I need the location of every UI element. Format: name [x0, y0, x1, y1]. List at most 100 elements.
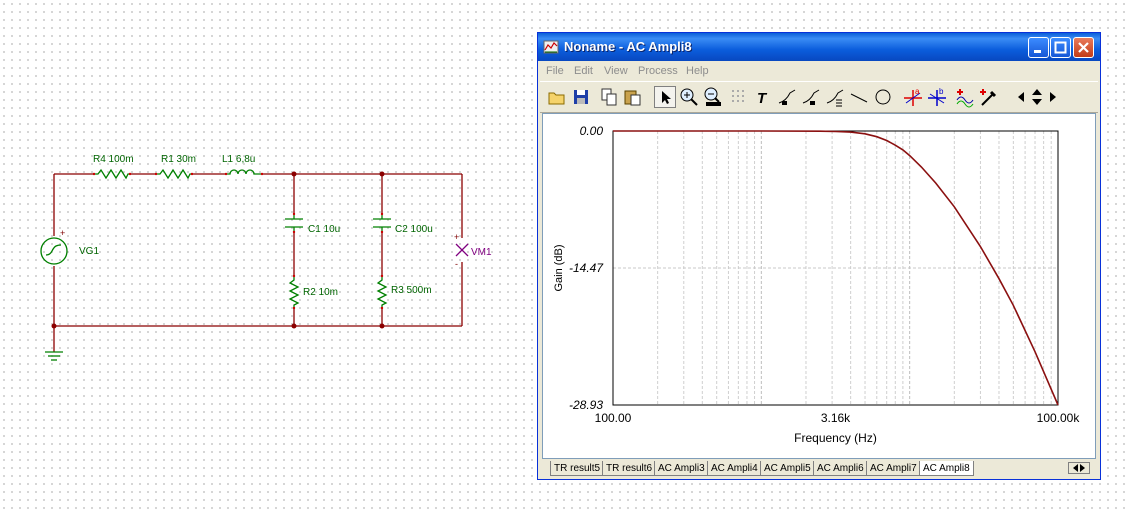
x-tick-label: 100.00 — [595, 411, 632, 425]
plot-area[interactable]: 100.00 3.16k 100.00k 0.00 -14.47 -28.93 Frequ… — [542, 113, 1096, 459]
voltage-source-vg1[interactable] — [40, 237, 68, 265]
zoom-in-button[interactable] — [678, 86, 700, 108]
capacitor-c2[interactable] — [373, 214, 391, 232]
pan-right-button[interactable] — [1042, 86, 1064, 108]
open-folder-icon — [548, 92, 565, 105]
maximize-icon — [1054, 41, 1067, 54]
label-vm1: VM1 — [471, 247, 492, 258]
y-tick-label: -14.47 — [569, 261, 604, 275]
menu-view[interactable]: View — [604, 65, 628, 77]
label-c1: C1 10u — [308, 224, 340, 235]
scroll-arrows-icon — [1073, 464, 1085, 472]
menu-edit[interactable]: Edit — [574, 65, 593, 77]
copy-button[interactable] — [598, 86, 620, 108]
pointer-button[interactable] — [654, 86, 676, 108]
ground-symbol[interactable] — [45, 351, 63, 361]
save-button[interactable] — [570, 86, 592, 108]
tab-ac-ampli7[interactable]: AC Ampli7 — [866, 461, 921, 476]
label2-icon — [802, 89, 820, 105]
y-tick-label: 0.00 — [580, 124, 604, 138]
tab-ac-ampli4[interactable]: AC Ampli4 — [707, 461, 762, 476]
cursor-b-icon: b — [928, 87, 946, 106]
svg-text:a: a — [915, 87, 920, 96]
inductor-l1[interactable] — [226, 169, 262, 175]
cursor-a-icon: a — [904, 87, 922, 106]
zoom-out-icon — [704, 87, 721, 106]
copy-icon — [601, 88, 617, 106]
schematic[interactable]: + + - R4 100m R1 30m L1 6,8u C1 10u C2 1… — [0, 0, 520, 400]
zoom-out-button[interactable] — [702, 86, 724, 108]
label2-button[interactable] — [800, 86, 822, 108]
text-icon: T — [757, 90, 768, 107]
x-tick-label: 100.00k — [1037, 411, 1081, 425]
resistor-r3[interactable] — [376, 276, 388, 308]
label-icon — [778, 89, 796, 105]
add-trace-icon — [956, 89, 974, 108]
svg-text:+: + — [454, 232, 459, 242]
legend-button[interactable] — [824, 86, 846, 108]
y-tick-label: -28.93 — [569, 398, 603, 412]
label-r2: R2 10m — [303, 287, 338, 298]
tab-ac-ampli5[interactable]: AC Ampli5 — [760, 461, 815, 476]
resistor-r2[interactable] — [288, 276, 300, 308]
paste-button[interactable] — [622, 86, 644, 108]
tab-ac-ampli8[interactable]: AC Ampli8 — [919, 461, 974, 476]
menu-file[interactable]: File — [546, 65, 564, 77]
grid-button[interactable] — [728, 86, 750, 108]
resistor-r4[interactable] — [94, 168, 130, 180]
tab-ac-ampli6[interactable]: AC Ampli6 — [813, 461, 868, 476]
menu-process[interactable]: Process — [638, 65, 678, 77]
component-pins — [92, 172, 384, 310]
pointer-icon — [662, 91, 671, 104]
text-button[interactable]: T — [752, 86, 774, 108]
pick-trace-icon — [980, 89, 997, 106]
paste-icon — [624, 90, 641, 106]
tab-scroll-buttons[interactable] — [1068, 462, 1090, 474]
label-button[interactable] — [776, 86, 798, 108]
x-axis-label: Frequency (Hz) — [794, 431, 877, 445]
minimize-icon — [1034, 50, 1041, 53]
tab-ac-ampli3[interactable]: AC Ampli3 — [654, 461, 709, 476]
cursor-a-button[interactable]: a — [902, 86, 924, 108]
menu-help[interactable]: Help — [686, 65, 709, 77]
x-tick-label: 3.16k — [821, 411, 851, 425]
save-icon — [574, 90, 588, 104]
app-icon — [543, 40, 559, 54]
menu-bar: File Edit View Process Help — [538, 61, 1100, 81]
svg-text:+: + — [60, 228, 65, 238]
cursor-b-button[interactable]: b — [926, 86, 948, 108]
label-vg1: VG1 — [79, 246, 99, 257]
label-r1: R1 30m — [161, 154, 196, 165]
title-bar[interactable]: Noname - AC Ampli8 — [538, 33, 1100, 61]
pan-right-icon — [1050, 92, 1056, 102]
line-icon — [850, 93, 868, 103]
resistor-r1[interactable] — [156, 168, 192, 180]
voltmeter-vm1[interactable] — [455, 243, 469, 257]
label-r4: R4 100m — [93, 154, 134, 165]
add-trace-button[interactable] — [954, 86, 976, 108]
analysis-window[interactable]: Noname - AC Ampli8 File Edit View Proces… — [537, 32, 1101, 480]
open-button[interactable] — [546, 86, 568, 108]
svg-text:T: T — [757, 90, 768, 107]
junction-dots — [51, 171, 385, 329]
grid-icon — [732, 90, 744, 102]
minimize-button[interactable] — [1028, 37, 1049, 58]
legend-icon — [826, 89, 844, 107]
tab-tr-result6[interactable]: TR result6 — [602, 461, 657, 476]
tab-tr-result5[interactable]: TR result5 — [550, 461, 605, 476]
grid — [613, 130, 1058, 406]
label-l1: L1 6,8u — [222, 154, 255, 165]
window-title: Noname - AC Ampli8 — [564, 39, 692, 54]
label-c2: C2 100u — [395, 224, 433, 235]
y-axis-label: Gain (dB) — [553, 244, 565, 291]
gain-chart[interactable]: 100.00 3.16k 100.00k 0.00 -14.47 -28.93 Frequ… — [543, 114, 1095, 458]
zoom-in-icon — [680, 88, 698, 106]
components[interactable] — [40, 168, 391, 361]
pick-trace-button[interactable] — [978, 86, 1000, 108]
circle-button[interactable] — [872, 86, 894, 108]
maximize-button[interactable] — [1050, 37, 1071, 58]
capacitor-c1[interactable] — [285, 214, 303, 232]
wires — [53, 173, 463, 352]
close-button[interactable] — [1073, 37, 1094, 58]
line-button[interactable] — [848, 86, 870, 108]
